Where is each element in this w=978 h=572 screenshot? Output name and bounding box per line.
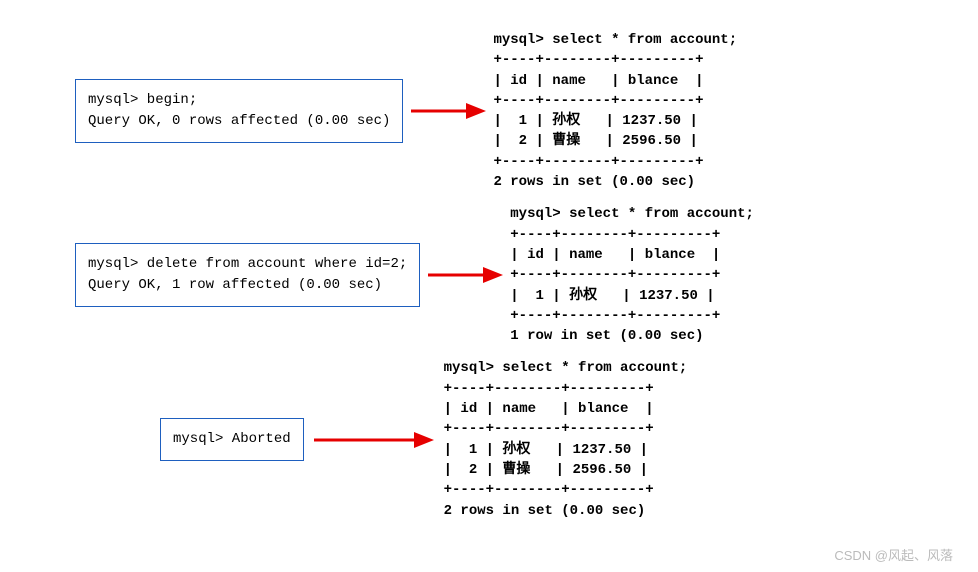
sql-result-1: mysql> select * from account; +----+----… <box>493 30 737 192</box>
sql-command-box-1: mysql> begin; Query OK, 0 rows affected … <box>75 79 403 143</box>
sql-result-3: mysql> select * from account; +----+----… <box>444 358 688 520</box>
arrow-wrap-2 <box>420 265 510 285</box>
sql-command-box-3: mysql> Aborted <box>160 418 304 461</box>
arrow-wrap-1 <box>403 101 493 121</box>
step-2: mysql> delete from account where id=2; Q… <box>20 204 958 346</box>
arrow-right-icon <box>428 265 503 285</box>
arrow-wrap-3 <box>304 430 444 450</box>
step-1: mysql> begin; Query OK, 0 rows affected … <box>20 30 958 192</box>
arrow-right-icon <box>411 101 486 121</box>
watermark-text: CSDN @风起、风落 <box>834 545 953 564</box>
sql-result-2: mysql> select * from account; +----+----… <box>510 204 754 346</box>
step-3: mysql> Aborted mysql> select * from acco… <box>20 358 958 520</box>
arrow-right-icon <box>314 430 434 450</box>
sql-command-box-2: mysql> delete from account where id=2; Q… <box>75 243 420 307</box>
